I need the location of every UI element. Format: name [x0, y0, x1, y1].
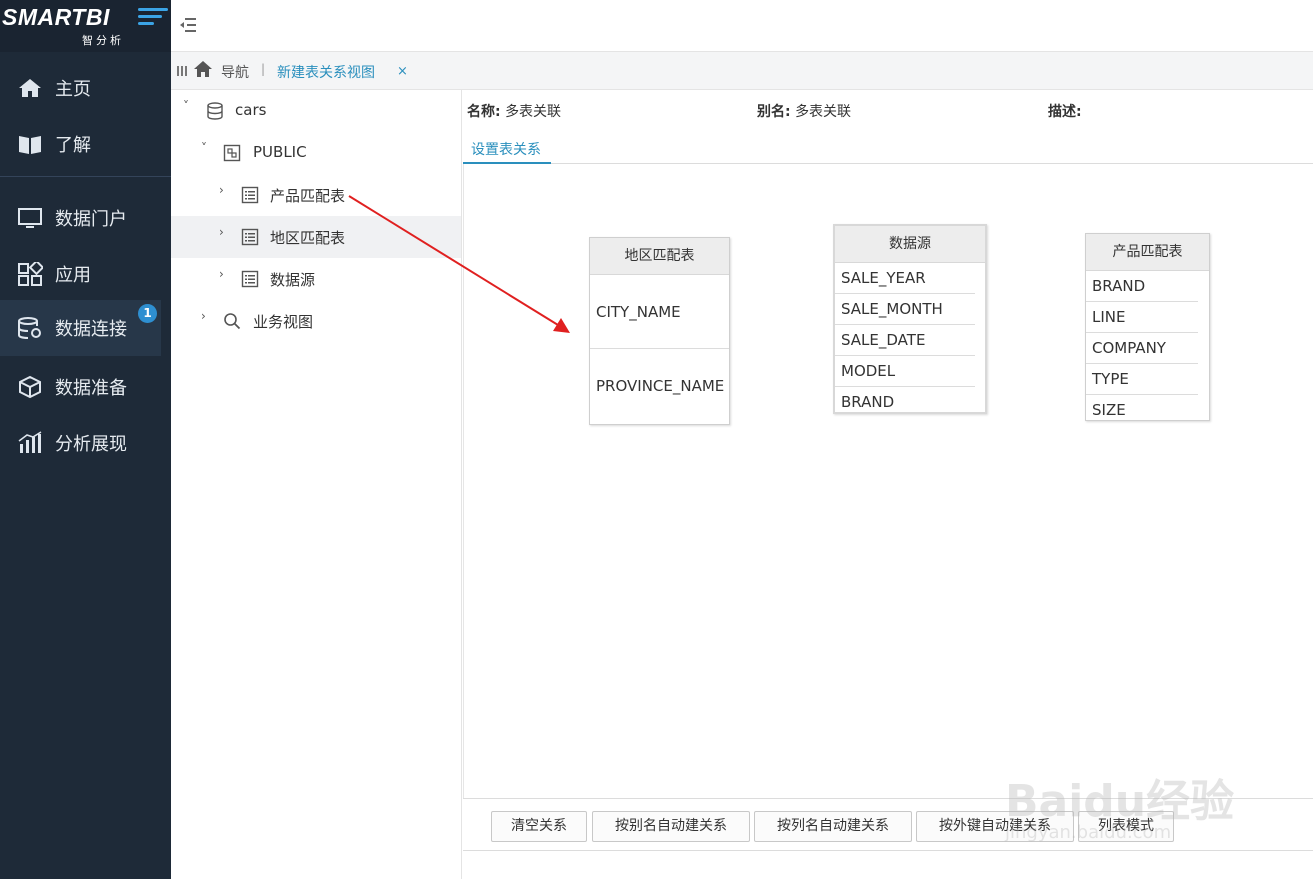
alias-value: 多表关联: [795, 104, 852, 120]
tab-bar: 导航 | 新建表关系视图 ×: [171, 52, 1313, 90]
field-row[interactable]: SALE_YEAR: [835, 263, 975, 294]
chevron-down-icon[interactable]: ˅: [183, 99, 189, 113]
sidebar-item-label: 数据连接: [55, 319, 127, 340]
table-card-title: 数据源: [835, 226, 985, 263]
sidebar-item-label: 分析展现: [55, 434, 127, 455]
logo: SMARTBI 智分析: [0, 0, 171, 52]
field-row[interactable]: SIZE: [1086, 395, 1198, 420]
field-row[interactable]: CITY_NAME: [590, 275, 729, 349]
tree-node-table-region[interactable]: › 地区匹配表: [171, 216, 461, 258]
tree-node-table-product[interactable]: › 产品匹配表: [171, 174, 461, 216]
table-card-title: 地区匹配表: [590, 238, 729, 275]
sidebar: SMARTBI 智分析 主页 了解 数据门户 应用 数据连接 1 数据准备 分析…: [0, 0, 171, 879]
tree-node-label: PUBLIC: [253, 143, 307, 161]
table-card-datasource[interactable]: 数据源 SALE_YEAR SALE_MONTH SALE_DATE MODEL…: [833, 224, 987, 414]
sidebar-divider: [0, 176, 171, 177]
tree-node-label: 业务视图: [253, 313, 314, 331]
tree-node-label: 数据源: [270, 271, 316, 289]
tree-node-label: 地区匹配表: [270, 229, 346, 247]
watermark-sub: jingyan.baidu.com: [1005, 822, 1172, 843]
cube-icon: [19, 375, 41, 399]
field-row[interactable]: COMPANY: [1086, 333, 1198, 364]
notification-badge: 1: [138, 304, 157, 323]
apps-icon: [18, 262, 43, 286]
database-icon: [207, 102, 223, 120]
table-icon: [241, 270, 259, 288]
sidebar-item-apps[interactable]: 应用: [0, 246, 161, 302]
search-icon: [224, 313, 241, 330]
sidebar-item-data-connection[interactable]: 数据连接: [0, 300, 161, 356]
sidebar-item-label: 数据准备: [55, 378, 127, 399]
chevron-right-icon[interactable]: ›: [201, 309, 206, 323]
description-field: 描述:: [1048, 101, 1082, 121]
field-row[interactable]: SALE_MONTH: [835, 294, 975, 325]
name-value: 多表关联: [505, 104, 562, 120]
tree-node-table-datasource[interactable]: › 数据源: [171, 258, 461, 300]
table-icon: [241, 228, 259, 246]
tab-close-icon[interactable]: ×: [397, 64, 408, 79]
tree-node-label: 产品匹配表: [270, 187, 346, 205]
chevron-right-icon[interactable]: ›: [219, 225, 224, 239]
alias-field: 别名: 多表关联: [757, 101, 851, 121]
tab-nav[interactable]: 导航: [221, 62, 249, 82]
alias-label: 别名:: [757, 104, 791, 120]
sidebar-item-label: 数据门户: [55, 209, 127, 230]
sidebar-item-learn[interactable]: 了解: [0, 116, 161, 172]
chevron-right-icon[interactable]: ›: [219, 183, 224, 197]
sidebar-item-home[interactable]: 主页: [0, 60, 161, 116]
field-row[interactable]: PROVINCE_NAME: [590, 349, 729, 424]
watermark: Baidu经验 jingyan.baidu.com: [1005, 740, 1245, 860]
top-bar: [171, 0, 1313, 52]
chevron-down-icon[interactable]: ˅: [201, 141, 207, 155]
chevron-right-icon[interactable]: ›: [219, 267, 224, 281]
table-card-region[interactable]: 地区匹配表 CITY_NAME PROVINCE_NAME: [589, 237, 730, 425]
sidebar-item-label: 了解: [55, 135, 91, 156]
sidebar-item-analysis[interactable]: 分析展现: [0, 415, 161, 471]
sidebar-item-label: 应用: [55, 265, 91, 286]
tab-new-relation-view[interactable]: 新建表关系视图: [277, 62, 375, 82]
sidebar-item-portal[interactable]: 数据门户: [0, 190, 161, 246]
sidebar-item-label: 主页: [55, 79, 91, 100]
schema-icon: [223, 144, 241, 162]
field-row[interactable]: SALE_DATE: [835, 325, 975, 356]
tab-set-relations[interactable]: 设置表关系: [471, 139, 541, 159]
tree-node-business-view[interactable]: › 业务视图: [171, 300, 461, 342]
tree-node-cars[interactable]: ˅ cars: [171, 90, 461, 132]
logo-text: SMARTBI: [2, 4, 110, 30]
field-row[interactable]: TYPE: [1086, 364, 1198, 395]
name-field: 名称: 多表关联: [467, 101, 561, 121]
relation-canvas[interactable]: 地区匹配表 CITY_NAME PROVINCE_NAME 数据源 SALE_Y…: [463, 164, 1313, 798]
field-row[interactable]: BRAND: [1086, 271, 1198, 302]
sidebar-item-data-prep[interactable]: 数据准备: [0, 359, 161, 415]
field-row[interactable]: MODEL: [835, 356, 975, 387]
drag-handle-icon[interactable]: [177, 66, 187, 76]
logo-subtitle: 智分析: [82, 34, 124, 47]
home-icon: [19, 79, 41, 97]
auto-relate-by-column-button[interactable]: 按列名自动建关系: [754, 811, 912, 842]
clear-relations-button[interactable]: 清空关系: [491, 811, 587, 842]
monitor-icon: [18, 208, 42, 228]
description-label: 描述:: [1048, 104, 1082, 120]
name-label: 名称:: [467, 104, 501, 120]
resource-tree: ˅ cars ˅ PUBLIC › 产品匹配表 › 地区匹配表 › 数据源 › …: [171, 90, 462, 879]
auto-relate-by-alias-button[interactable]: 按别名自动建关系: [592, 811, 750, 842]
tree-node-public[interactable]: ˅ PUBLIC: [171, 132, 461, 174]
table-card-title: 产品匹配表: [1086, 234, 1209, 271]
bar-chart-icon: [18, 431, 42, 453]
table-card-product[interactable]: 产品匹配表 BRAND LINE COMPANY TYPE SIZE: [1085, 233, 1210, 421]
database-gear-icon: [18, 317, 41, 339]
collapse-menu-icon[interactable]: [179, 16, 197, 34]
book-icon: [19, 136, 41, 154]
field-row[interactable]: LINE: [1086, 302, 1198, 333]
field-row[interactable]: BRAND: [835, 387, 975, 412]
table-icon: [241, 186, 259, 204]
tree-node-label: cars: [235, 101, 267, 119]
logo-bars-icon: [138, 8, 168, 29]
tab-separator: |: [261, 62, 266, 76]
watermark-main: Baidu经验: [1005, 776, 1235, 827]
home-icon[interactable]: [193, 60, 213, 78]
